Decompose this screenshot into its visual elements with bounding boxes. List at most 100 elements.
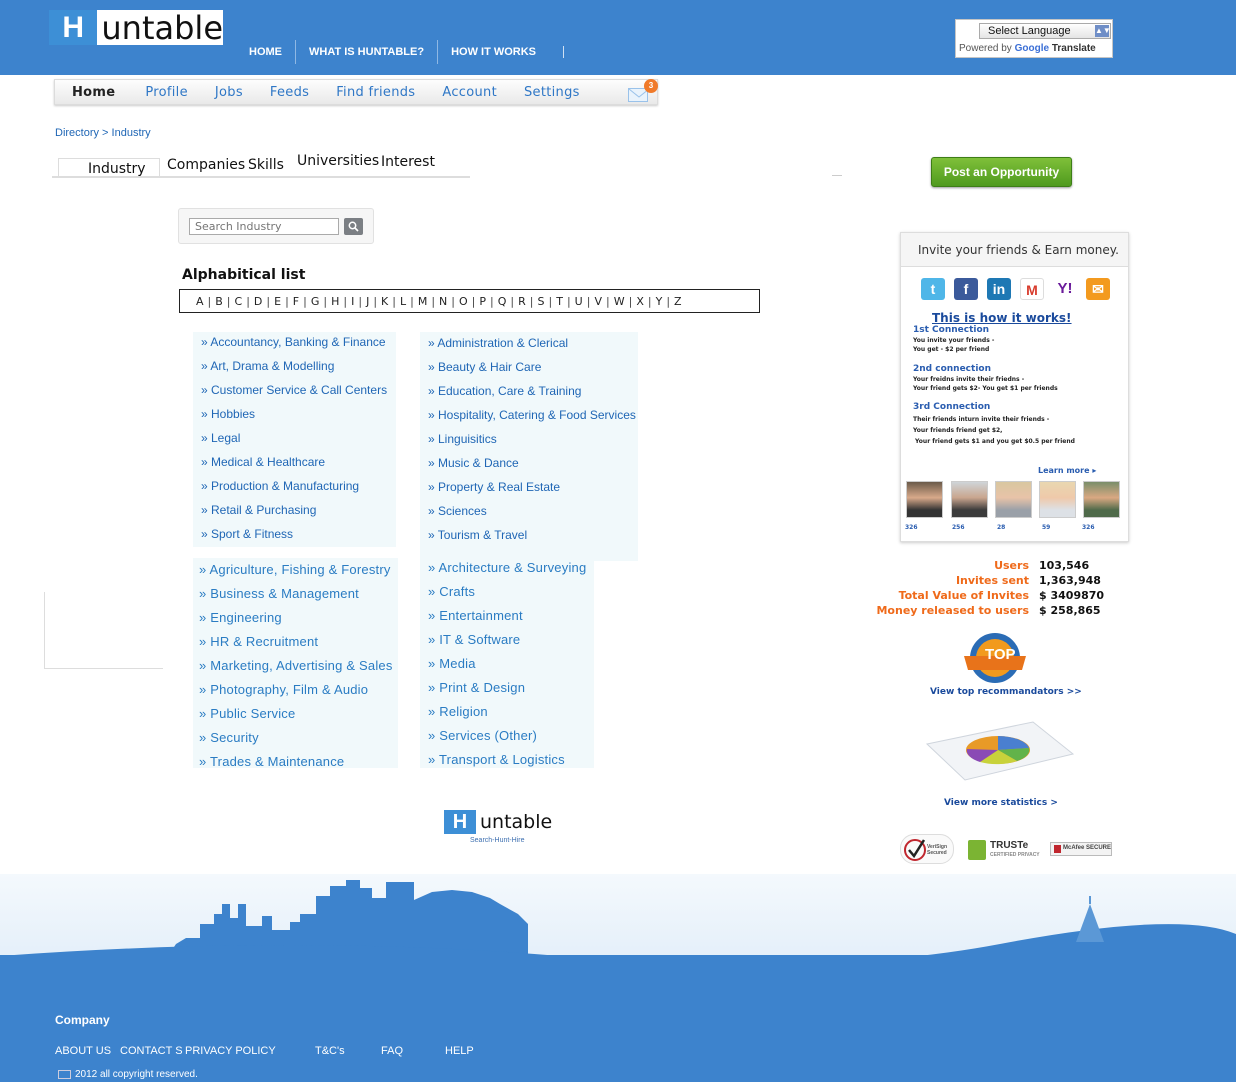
alpha-letter-p[interactable]: P <box>479 295 486 308</box>
view-top-recommendators-link[interactable]: View top recommandators >> <box>930 687 1082 697</box>
industry-link[interactable]: » Photography, Film & Audio <box>199 682 368 697</box>
industry-link[interactable]: » Tourism & Travel <box>428 528 527 542</box>
alpha-letter-b[interactable]: B <box>215 295 223 308</box>
industry-link[interactable]: » Education, Care & Training <box>428 384 581 398</box>
language-select[interactable]: Select Language ▲▼ <box>979 23 1111 39</box>
footer-logo[interactable]: H untable Search-Hunt-Hire <box>444 810 564 850</box>
industry-link[interactable]: » Security <box>199 730 259 745</box>
industry-link[interactable]: » Legal <box>201 431 240 445</box>
footer-faq[interactable]: FAQ <box>381 1045 403 1057</box>
industry-link[interactable]: » Agriculture, Fishing & Forestry <box>199 562 391 577</box>
industry-link[interactable]: » IT & Software <box>428 632 520 647</box>
alpha-letter-i[interactable]: I <box>351 295 354 308</box>
industry-link[interactable]: » Public Service <box>199 706 295 721</box>
twitter-icon[interactable]: t <box>921 278 945 300</box>
alpha-letter-k[interactable]: K <box>381 295 388 308</box>
tab-interest[interactable]: Interest <box>381 154 435 170</box>
statistics-chart-image[interactable] <box>925 720 1075 782</box>
alpha-letter-f[interactable]: F <box>293 295 299 308</box>
tab-industry[interactable]: Industry <box>88 161 146 177</box>
alpha-letter-h[interactable]: H <box>331 295 339 308</box>
industry-link[interactable]: » Administration & Clerical <box>428 336 568 350</box>
top-recommendators-badge[interactable]: TOP <box>958 632 1032 688</box>
tab-skills[interactable]: Skills <box>248 157 284 173</box>
alpha-letter-a[interactable]: A <box>196 295 204 308</box>
mail-icon[interactable]: ✉ <box>1086 278 1110 300</box>
industry-link[interactable]: » Customer Service & Call Centers <box>201 383 387 397</box>
alpha-letter-c[interactable]: C <box>235 295 243 308</box>
search-industry-input[interactable] <box>189 218 339 235</box>
nav-what-is-huntable[interactable]: WHAT IS HUNTABLE? <box>295 40 437 64</box>
industry-link[interactable]: » Hobbies <box>201 407 255 421</box>
mcafee-seal[interactable]: McAfee SECURE <box>1050 842 1112 856</box>
subnav-settings[interactable]: Settings <box>524 85 580 100</box>
alpha-letter-m[interactable]: M <box>418 295 428 308</box>
tab-companies[interactable]: Companies <box>167 157 245 173</box>
alpha-letter-j[interactable]: J <box>366 295 369 308</box>
industry-link[interactable]: » Medical & Healthcare <box>201 455 325 469</box>
industry-link[interactable]: » Services (Other) <box>428 728 537 743</box>
subnav-home[interactable]: Home <box>72 85 115 100</box>
subnav-feeds[interactable]: Feeds <box>270 85 309 100</box>
view-more-statistics-link[interactable]: View more statistics > <box>944 798 1058 808</box>
industry-link[interactable]: » Crafts <box>428 584 475 599</box>
subnav-jobs[interactable]: Jobs <box>215 85 243 100</box>
alpha-letter-s[interactable]: S <box>538 295 545 308</box>
footer-privacy-policy[interactable]: PRIVACY POLICY <box>185 1045 276 1057</box>
user-avatar[interactable] <box>1039 481 1076 518</box>
footer-help[interactable]: HELP <box>445 1045 474 1057</box>
alpha-letter-t[interactable]: T <box>556 295 563 308</box>
industry-link[interactable]: » Marketing, Advertising & Sales <box>199 658 393 673</box>
industry-link[interactable]: » Art, Drama & Modelling <box>201 359 334 373</box>
industry-link[interactable]: » Accountancy, Banking & Finance <box>201 335 386 349</box>
industry-link[interactable]: » Entertainment <box>428 608 523 623</box>
mail-icon[interactable]: 3 <box>628 79 658 102</box>
alpha-letter-o[interactable]: O <box>459 295 468 308</box>
alpha-letter-q[interactable]: Q <box>498 295 507 308</box>
industry-link[interactable]: » Production & Manufacturing <box>201 479 359 493</box>
industry-link[interactable]: » Transport & Logistics <box>428 752 565 767</box>
alpha-letter-d[interactable]: D <box>254 295 262 308</box>
industry-link[interactable]: » HR & Recruitment <box>199 634 318 649</box>
industry-link[interactable]: » Print & Design <box>428 680 525 695</box>
industry-link[interactable]: » Sport & Fitness <box>201 527 293 541</box>
alpha-letter-x[interactable]: X <box>636 295 644 308</box>
industry-link[interactable]: » Property & Real Estate <box>428 480 560 494</box>
subnav-profile[interactable]: Profile <box>145 85 188 100</box>
subnav-account[interactable]: Account <box>442 85 497 100</box>
how-it-works-link[interactable]: This is how it works! <box>932 311 1072 325</box>
industry-link[interactable]: » Religion <box>428 704 488 719</box>
nav-home[interactable]: HOME <box>236 40 295 64</box>
truste-seal[interactable]: TRUSTe CERTIFIED PRIVACY <box>968 834 1044 864</box>
alpha-letter-v[interactable]: V <box>594 295 602 308</box>
industry-link[interactable]: » Trades & Maintenance <box>199 754 344 769</box>
gmail-icon[interactable]: M <box>1020 278 1044 300</box>
industry-link[interactable]: » Media <box>428 656 476 671</box>
alpha-letter-z[interactable]: Z <box>674 295 682 308</box>
user-avatar[interactable] <box>951 481 988 518</box>
huntable-logo[interactable]: H untable <box>49 9 223 47</box>
user-avatar[interactable] <box>995 481 1032 518</box>
alpha-letter-g[interactable]: G <box>311 295 320 308</box>
alpha-letter-r[interactable]: R <box>518 295 526 308</box>
user-avatar[interactable] <box>1083 481 1120 518</box>
linkedin-icon[interactable]: in <box>987 278 1011 300</box>
footer-contact-us[interactable]: CONTACT S <box>120 1045 183 1057</box>
industry-link[interactable]: » Engineering <box>199 610 282 625</box>
alpha-letter-w[interactable]: W <box>614 295 625 308</box>
yahoo-icon[interactable]: Y! <box>1053 278 1077 300</box>
verisign-seal[interactable]: VeriSign Secured <box>900 834 954 864</box>
industry-link[interactable]: » Hospitality, Catering & Food Services <box>428 408 636 422</box>
subnav-find-friends[interactable]: Find friends <box>336 85 415 100</box>
search-button[interactable] <box>344 218 363 235</box>
learn-more-link[interactable]: Learn more ▸ <box>1038 466 1096 475</box>
nav-how-it-works[interactable]: HOW IT WORKS <box>437 40 549 64</box>
industry-link[interactable]: » Business & Management <box>199 586 359 601</box>
alpha-letter-e[interactable]: E <box>274 295 281 308</box>
footer-about-us[interactable]: ABOUT US <box>55 1045 111 1057</box>
alpha-letter-y[interactable]: Y <box>656 295 663 308</box>
industry-link[interactable]: » Music & Dance <box>428 456 519 470</box>
alpha-letter-l[interactable]: L <box>400 295 406 308</box>
user-avatar[interactable] <box>906 481 943 518</box>
industry-link[interactable]: » Architecture & Surveying <box>428 560 586 575</box>
